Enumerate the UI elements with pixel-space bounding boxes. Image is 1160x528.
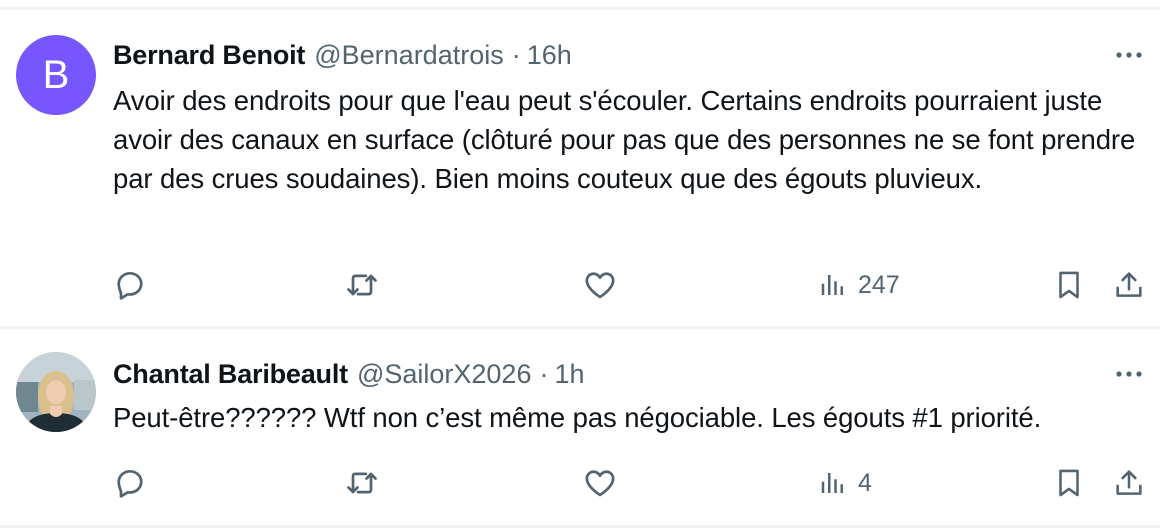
avatar-letter: B [42, 52, 70, 97]
author-name[interactable]: Bernard Benoit [113, 40, 305, 71]
author-handle[interactable]: @SailorX2026 [357, 359, 532, 390]
retweet-button[interactable] [344, 463, 380, 503]
author-name[interactable]: Chantal Baribeault [113, 359, 348, 390]
view-count: 247 [858, 270, 900, 299]
more-options-button[interactable] [1114, 359, 1144, 389]
view-count: 4 [858, 468, 872, 497]
tweet-text: Peut-être?????? Wtf non c’est même pas n… [113, 402, 1042, 433]
tweet-text: Avoir des endroits pour que l'eau peut s… [113, 85, 1136, 194]
retweet-icon [347, 472, 377, 494]
action-bar: 247 [0, 265, 1160, 305]
author-handle[interactable]: @Bernardatrois [314, 40, 504, 71]
separator: · [511, 39, 521, 70]
tweet-1[interactable]: B Bernard Benoit @Bernardatrois · 16h Av… [0, 10, 1160, 326]
retweet-button[interactable] [344, 265, 380, 305]
share-icon [1116, 272, 1142, 297]
separator: · [539, 358, 549, 389]
views-button[interactable]: 247 [818, 265, 900, 305]
reply-button[interactable] [112, 265, 148, 305]
more-options-button[interactable] [1114, 40, 1144, 70]
more-horizontal-icon [1116, 371, 1142, 377]
reply-button[interactable] [112, 463, 148, 503]
bookmark-icon [1059, 271, 1079, 299]
like-button[interactable] [582, 463, 618, 503]
heart-icon [585, 470, 615, 497]
bookmark-button[interactable] [1052, 265, 1086, 305]
views-button[interactable]: 4 [818, 463, 872, 503]
avatar-photo [16, 352, 96, 432]
retweet-icon [347, 274, 377, 296]
share-button[interactable] [1112, 265, 1146, 305]
timestamp[interactable]: 1h [554, 359, 584, 390]
share-button[interactable] [1112, 463, 1146, 503]
bookmark-icon [1059, 469, 1079, 497]
action-bar: 4 [0, 463, 1160, 503]
more-horizontal-icon [1116, 52, 1142, 58]
bookmark-button[interactable] [1052, 463, 1086, 503]
tweet-header: Bernard Benoit @Bernardatrois · 16h [113, 37, 572, 73]
reply-icon [117, 469, 143, 498]
avatar[interactable] [16, 352, 96, 432]
views-chart-icon [821, 473, 843, 493]
avatar[interactable]: B [16, 35, 96, 115]
tweet-2[interactable]: Chantal Baribeault @SailorX2026 · 1h Peu… [0, 329, 1160, 525]
reply-icon [117, 271, 143, 300]
views-chart-icon [821, 275, 843, 295]
share-icon [1116, 470, 1142, 495]
like-button[interactable] [582, 265, 618, 305]
timestamp[interactable]: 16h [527, 40, 572, 71]
heart-icon [585, 272, 615, 299]
tweet-header: Chantal Baribeault @SailorX2026 · 1h [113, 356, 585, 392]
